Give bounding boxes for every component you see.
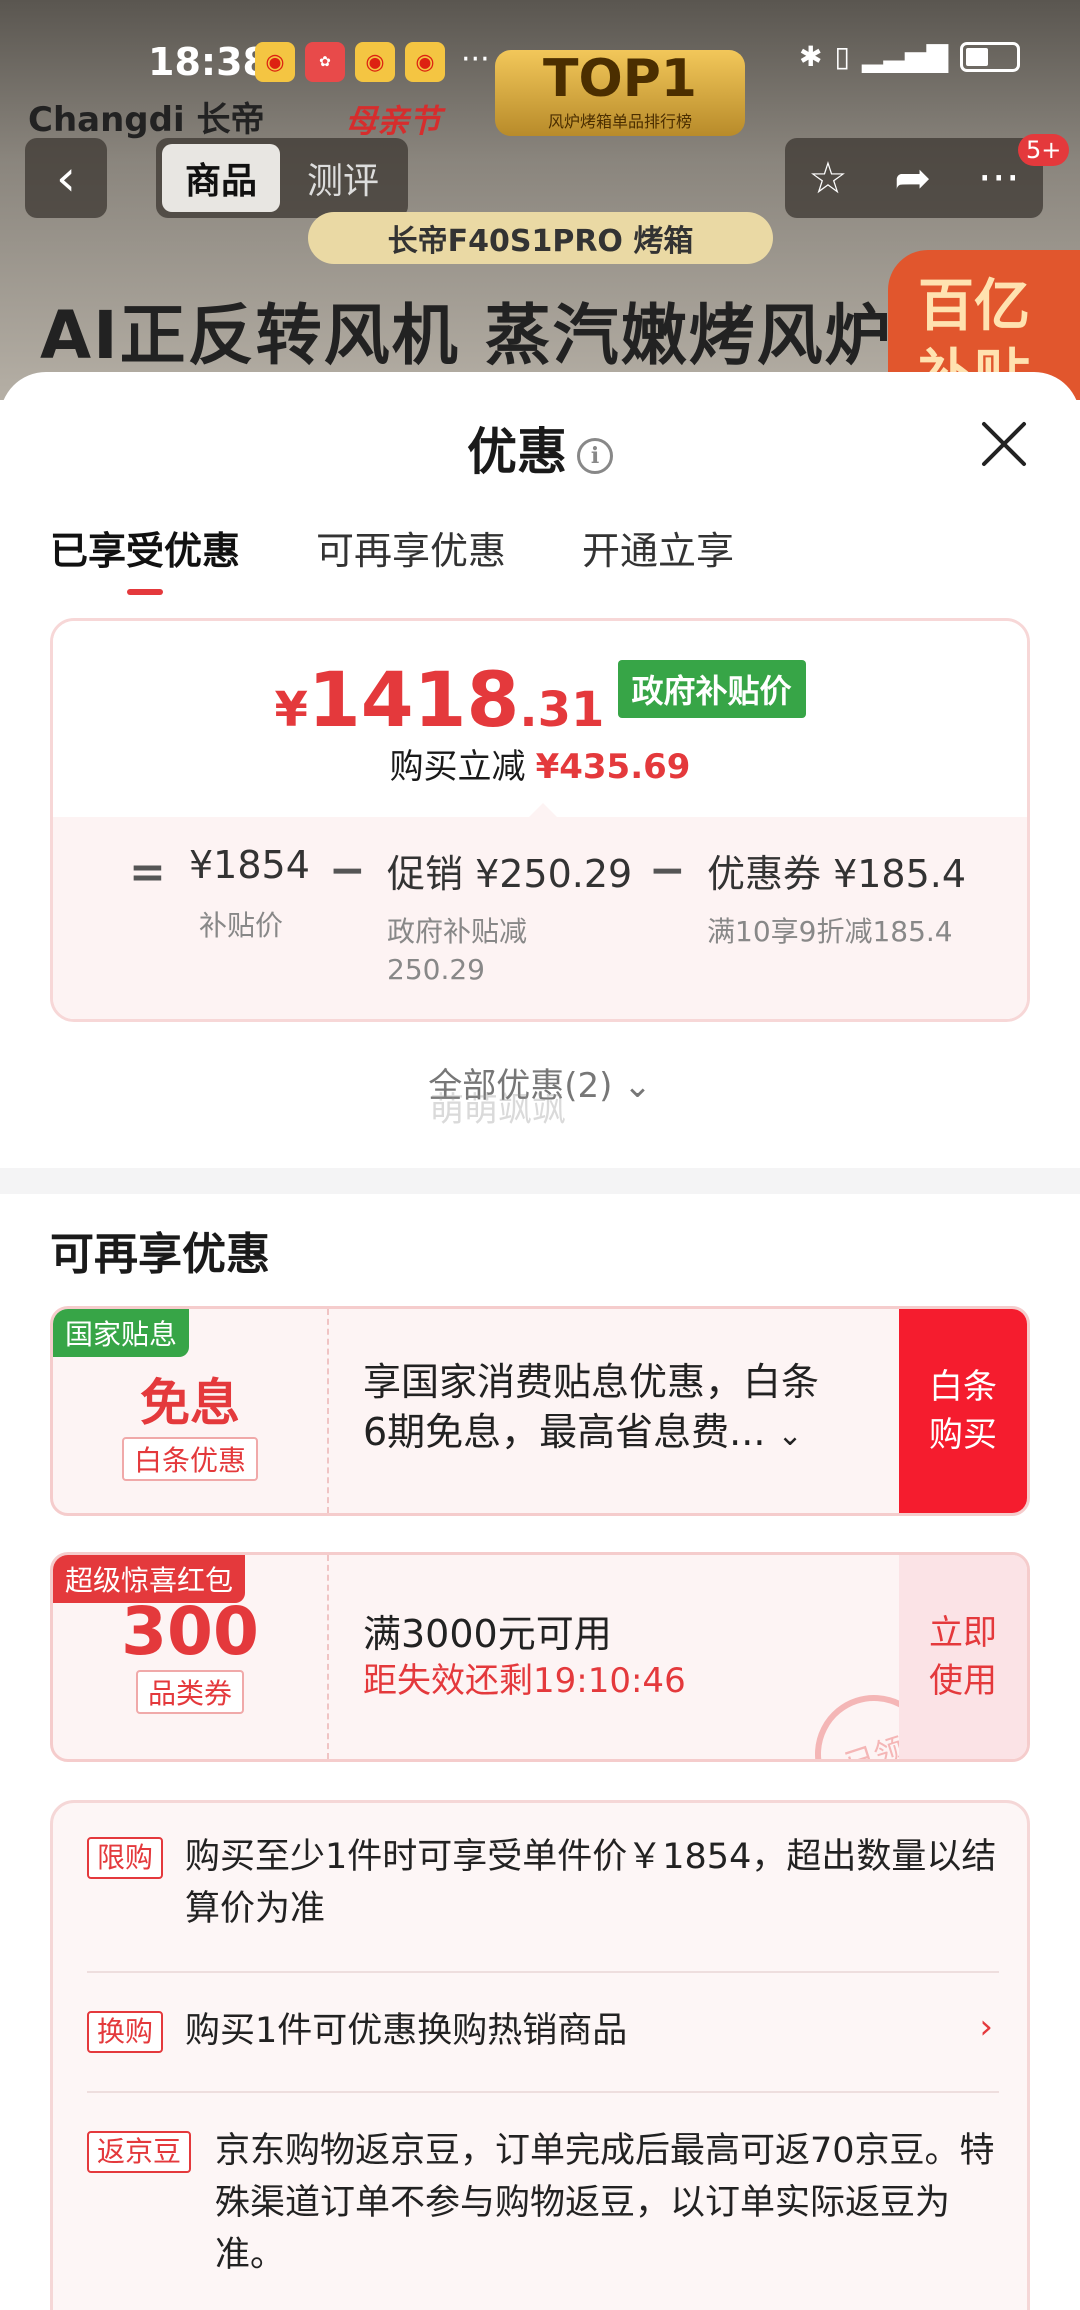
tab-review[interactable]: 测评: [284, 144, 402, 212]
action-line1: 白条: [929, 1367, 997, 1407]
message-count-badge: 5+: [1018, 134, 1070, 166]
price-integer: 1418: [307, 655, 520, 744]
watermark: 萌萌飒飒: [430, 1090, 566, 1130]
product-slogan: AI正反转风机 蒸汽嫩烤风炉: [40, 297, 893, 374]
tab-more-offers[interactable]: 可再享优惠: [316, 520, 506, 575]
tab-product[interactable]: 商品: [162, 144, 280, 212]
offer-tabs: 已享受优惠 可再享优惠 开通立享: [50, 520, 734, 575]
price-card: ¥1418.31 政府补贴价 购买立减 ¥435.69 = ¥1854 补贴价 −…: [50, 618, 1030, 1022]
close-icon[interactable]: [978, 418, 1030, 470]
status-time: 18:38: [148, 40, 269, 84]
info-icon[interactable]: i: [577, 437, 613, 474]
chevron-down-icon: ⌄: [623, 1066, 652, 1106]
promo-detail: 政府补贴减: [387, 915, 528, 948]
coupon-tag: 超级惊喜红包: [53, 1555, 246, 1603]
equals-sign: =: [129, 847, 166, 898]
coupon-desc-line2: 6期免息，最高省息费...: [363, 1410, 766, 1454]
huawei-app-icon: ✿: [305, 42, 345, 82]
price-breakdown: = ¥1854 补贴价 − 促销 ¥250.29 政府补贴减 250.29 − …: [53, 803, 1027, 1019]
notification-icons: ◉ ✿ ◉ ◉ ···: [255, 42, 490, 82]
nav-actions: ☆ ➦ ···: [785, 138, 1043, 218]
product-name-pill: 长帝F40S1PRO 烤箱: [308, 212, 773, 264]
coupon-type: 白条优惠: [121, 1437, 258, 1481]
reduce-amount: ¥435.69: [535, 747, 691, 787]
instant-reduce: 购买立减 ¥435.69: [53, 739, 1027, 788]
coupon-detail: 满10享9折减185.4: [707, 915, 953, 948]
final-price: ¥1418.31 政府补贴价: [53, 655, 1027, 744]
use-now-button[interactable]: 立即 使用: [899, 1555, 1027, 1759]
price-currency: ¥: [274, 682, 308, 738]
tab-enjoyed-offers[interactable]: 已享受优惠: [50, 520, 240, 575]
rule-tag: 返京豆: [87, 2131, 192, 2173]
rank-badge: TOP1 风炉烤箱单品排行榜: [495, 50, 745, 136]
share-icon[interactable]: ➦: [894, 153, 931, 204]
rule-tag: 限购: [87, 1837, 164, 1879]
coupon-amount: 优惠券 ¥185.4: [707, 852, 967, 896]
tab-activate-offers[interactable]: 开通立享: [582, 520, 734, 575]
coupon-value: 免息: [140, 1374, 240, 1432]
chevron-right-icon: ›: [979, 2007, 993, 2047]
action-line1: 立即: [929, 1613, 997, 1653]
chevron-down-icon: ⌄: [777, 1418, 803, 1453]
product-nav-tabs: 商品 测评: [156, 138, 408, 218]
coupon-description[interactable]: 享国家消费贴息优惠，白条 6期免息，最高省息费... ⌄: [363, 1357, 819, 1461]
base-price-label: 补贴价: [199, 909, 284, 942]
back-button[interactable]: ‹: [25, 138, 107, 218]
rank-title: TOP1: [543, 49, 697, 109]
baitiao-buy-button[interactable]: 白条 购买: [899, 1309, 1027, 1513]
weibo-icon: ◉: [255, 42, 295, 82]
coupon-type: 品类券: [135, 1670, 244, 1714]
promo-amount: 促销 ¥250.29: [387, 852, 633, 896]
rank-subtitle: 风炉烤箱单品排行榜: [547, 112, 692, 131]
rule-exchange[interactable]: 换购 购买1件可优惠换购热销商品 ›: [87, 2005, 999, 2057]
coupon-value: 300: [121, 1593, 259, 1670]
rule-text: 购买至少1件时可享受单件价￥1854，超出数量以结算价为准: [185, 1837, 997, 1929]
signal-icon: ▂▃▅▇: [861, 40, 948, 73]
coupon-description: 满3000元可用 距失效还剩19:10:46: [363, 1609, 686, 1703]
rule-tag: 换购: [87, 2011, 164, 2053]
reduce-label: 购买立减: [389, 747, 526, 787]
promo-detail-amount: 250.29: [387, 953, 485, 986]
purchase-rules: 限购 购买至少1件时可享受单件价￥1854，超出数量以结算价为准 换购 购买1件…: [50, 1800, 1030, 2310]
coupon-desc-line1: 享国家消费贴息优惠，白条: [363, 1360, 820, 1404]
festival-label: 母亲节: [345, 102, 442, 140]
rule-jingdou: 返京豆 京东购物返京豆，订单完成后最高可返70京豆。特殊渠道订单不参与购物返豆，…: [87, 2125, 999, 2281]
rule-divider: [87, 1971, 999, 1973]
coupon-tag: 国家贴息: [53, 1309, 190, 1357]
bluetooth-icon: ✱: [798, 40, 823, 73]
rule-limit: 限购 购买至少1件时可享受单件价￥1854，超出数量以结算价为准: [87, 1831, 999, 1935]
system-indicators: ✱ ▯ ▂▃▅▇: [799, 40, 1020, 73]
coupon-divider: [327, 1555, 329, 1759]
section-divider: [0, 1168, 1080, 1194]
base-price: ¥1854: [189, 843, 310, 887]
rule-text: 购买1件可优惠换购热销商品: [185, 2011, 628, 2051]
baitiao-interest-free-card: 免息 白条优惠 国家贴息 享国家消费贴息优惠，白条 6期免息，最高省息费... …: [50, 1306, 1030, 1516]
more-offers-title: 可再享优惠: [50, 1229, 270, 1280]
offers-sheet: 优惠 i 已享受优惠 可再享优惠 开通立享 ¥1418.31 政府补贴价 购买立减…: [0, 372, 1080, 2310]
coupon-countdown: 距失效还剩19:10:46: [363, 1661, 686, 1701]
brand-logo: Changdi 长帝: [28, 100, 265, 140]
action-line2: 购买: [929, 1415, 997, 1455]
battery-icon: [960, 41, 1020, 72]
more-notifications-icon: ···: [461, 42, 490, 77]
vibrate-icon: ▯: [834, 40, 850, 73]
favorite-star-icon[interactable]: ☆: [808, 153, 847, 204]
action-line2: 使用: [929, 1661, 997, 1701]
rule-divider: [87, 2091, 999, 2093]
weibo-icon: ◉: [405, 42, 445, 82]
red-packet-coupon-card: 300 品类券 超级惊喜红包 满3000元可用 距失效还剩19:10:46 已领…: [50, 1552, 1030, 1762]
price-decimal: .31: [519, 682, 605, 738]
sheet-title: 优惠 i: [0, 412, 1080, 484]
minus-sign: −: [329, 845, 366, 896]
minus-sign: −: [649, 845, 686, 896]
weibo-icon: ◉: [355, 42, 395, 82]
rule-text: 京东购物返京豆，订单完成后最高可返70京豆。特殊渠道订单不参与购物返豆，以订单实…: [215, 2131, 995, 2275]
sheet-title-text: 优惠: [467, 423, 567, 481]
coupon-condition: 满3000元可用: [363, 1612, 612, 1656]
gov-subsidy-badge: 政府补贴价: [617, 660, 806, 718]
coupon-divider: [327, 1309, 329, 1513]
more-icon[interactable]: ···: [978, 153, 1020, 204]
